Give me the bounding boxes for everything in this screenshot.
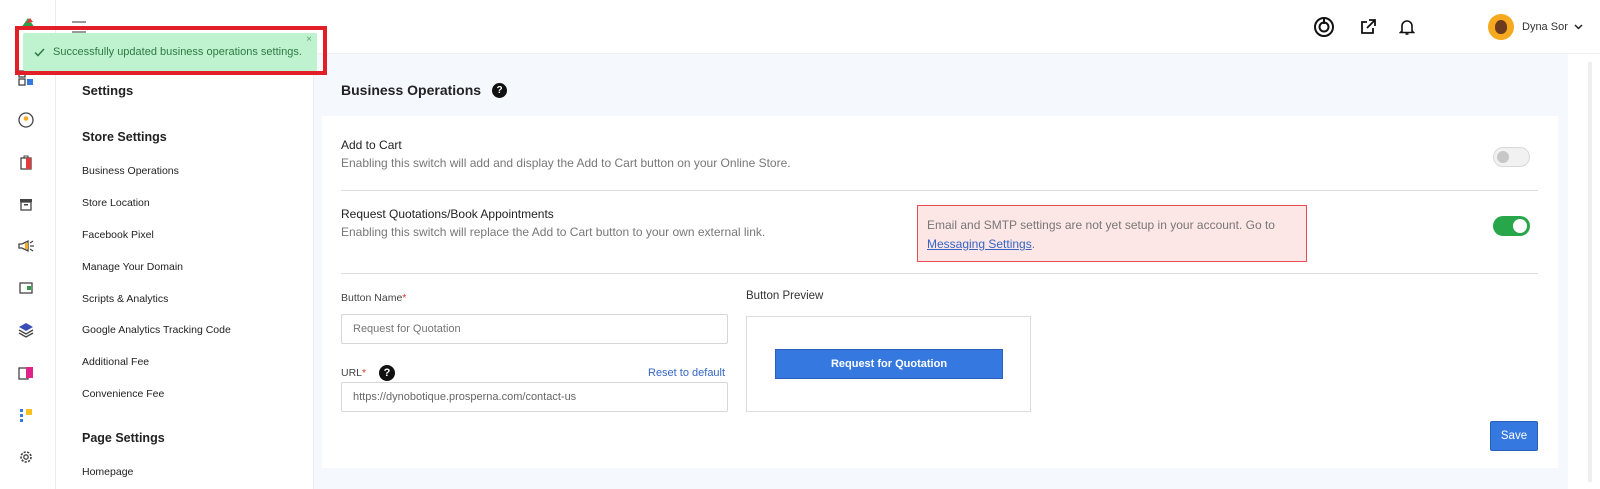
sidebar-item-facebook-pixel[interactable]: Facebook Pixel [82, 229, 154, 241]
app: Dyna Sor Settings Store Settings Busines… [0, 0, 1600, 489]
user-name: Dyna Sor [1522, 21, 1568, 33]
menu-toggle-icon[interactable] [72, 21, 86, 33]
button-name-label: Button Name* [341, 292, 407, 304]
add-to-cart-title: Add to Cart [341, 138, 402, 152]
settings-gear-icon[interactable] [16, 447, 36, 467]
messaging-settings-link[interactable]: Messaging Settings [927, 237, 1032, 251]
preview-request-button[interactable]: Request for Quotation [775, 349, 1003, 379]
external-link-icon[interactable] [1356, 15, 1380, 39]
dashboard-icon[interactable] [16, 68, 36, 88]
page-settings-heading: Page Settings [82, 431, 165, 445]
divider [341, 273, 1538, 274]
url-input[interactable] [341, 382, 728, 412]
reset-to-default-link[interactable]: Reset to default [648, 367, 725, 379]
page-title-text: Business Operations [341, 82, 482, 98]
sidebar-item-store-location[interactable]: Store Location [82, 197, 150, 209]
main-content: Business Operations ? Add to Cart Enabli… [314, 54, 1568, 489]
target-icon[interactable] [1312, 15, 1336, 39]
sidebar-item-google-analytics[interactable]: Google Analytics Tracking Code [82, 324, 231, 336]
add-to-cart-description: Enabling this switch will add and displa… [341, 156, 791, 170]
smtp-warning-alert: Email and SMTP settings are not yet setu… [917, 205, 1307, 262]
scrollbar[interactable] [1568, 54, 1600, 489]
sidebar-item-homepage[interactable]: Homepage [82, 466, 133, 478]
toast-close-icon[interactable]: × [306, 34, 312, 45]
sidebar-item-manage-domain[interactable]: Manage Your Domain [82, 261, 183, 273]
user-menu[interactable]: Dyna Sor [1488, 13, 1583, 41]
settings-sidebar: Settings Store Settings Business Operati… [56, 54, 314, 489]
alert-text: Email and SMTP settings are not yet setu… [927, 218, 1275, 232]
bell-icon[interactable] [1395, 15, 1419, 39]
archive-icon[interactable] [16, 194, 36, 214]
megaphone-icon[interactable] [16, 236, 36, 256]
products-bag-icon[interactable] [16, 152, 36, 172]
add-to-cart-toggle[interactable] [1493, 147, 1530, 167]
sidebar-item-convenience-fee[interactable]: Convenience Fee [82, 388, 164, 400]
apps-grid-icon[interactable] [16, 405, 36, 425]
sidebar-item-scripts-analytics[interactable]: Scripts & Analytics [82, 293, 168, 305]
customer-icon[interactable] [16, 110, 36, 130]
request-quotations-description: Enabling this switch will replace the Ad… [341, 225, 766, 239]
sidebar-item-business-operations[interactable]: Business Operations [82, 165, 179, 177]
button-name-input[interactable] [341, 314, 728, 344]
prosperna-logo-icon[interactable] [18, 14, 38, 34]
request-quotations-toggle[interactable] [1493, 216, 1530, 236]
url-label: URL* [341, 367, 367, 379]
layers-icon[interactable] [16, 320, 36, 340]
success-toast: Successfully updated business operations… [23, 33, 317, 71]
icon-rail [0, 0, 56, 489]
avatar [1488, 14, 1514, 40]
settings-card: Add to Cart Enabling this switch will ad… [322, 116, 1558, 468]
help-icon[interactable]: ? [492, 82, 508, 98]
page-title: Business Operations ? [341, 82, 508, 98]
toast-message: Successfully updated business operations… [53, 46, 302, 58]
button-preview-label: Button Preview [746, 290, 824, 302]
wallet-icon[interactable] [16, 278, 36, 298]
store-settings-heading: Store Settings [82, 130, 167, 144]
button-preview-box: Request for Quotation [746, 316, 1031, 412]
sidebar-title: Settings [82, 83, 134, 98]
sidebar-item-additional-fee[interactable]: Additional Fee [82, 356, 149, 368]
pages-icon[interactable] [16, 363, 36, 383]
divider [341, 190, 1538, 191]
alert-tail: . [1031, 237, 1036, 251]
chevron-down-icon [1574, 24, 1583, 30]
save-button[interactable]: Save [1490, 421, 1538, 451]
request-quotations-title: Request Quotations/Book Appointments [341, 207, 554, 221]
checkmark-icon [34, 47, 45, 57]
url-help-icon[interactable]: ? [379, 365, 395, 381]
